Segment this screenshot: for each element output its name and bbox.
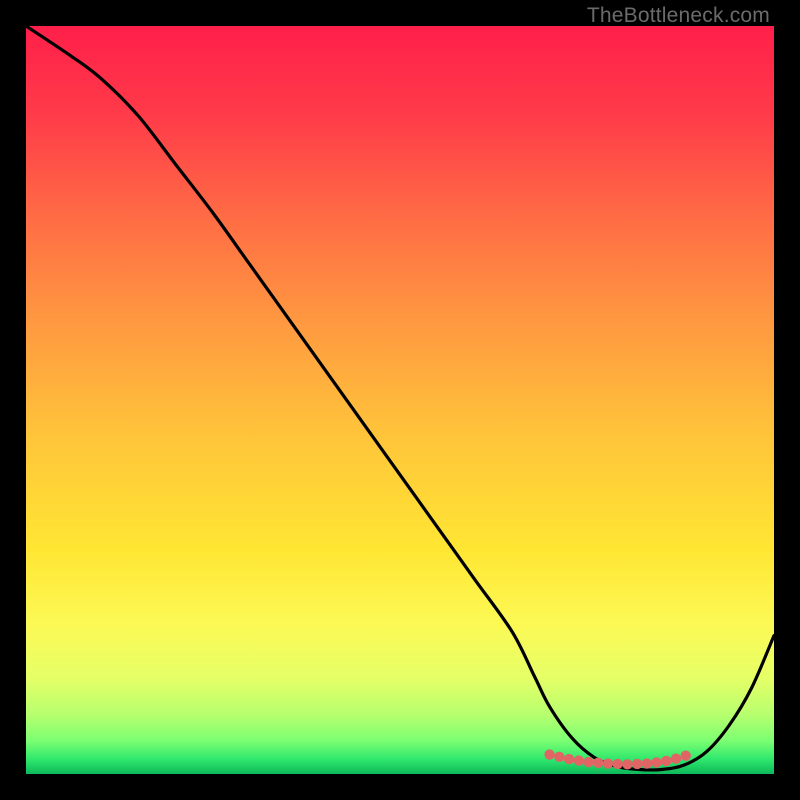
highlight-dot: [632, 759, 642, 769]
curve-layer: [26, 26, 774, 774]
highlight-dot: [564, 754, 574, 764]
highlight-dots: [544, 749, 691, 769]
highlight-dot: [544, 749, 554, 759]
highlight-dot: [612, 759, 622, 769]
highlight-dot: [681, 750, 691, 760]
bottleneck-curve: [26, 26, 774, 770]
highlight-dot: [642, 758, 652, 768]
highlight-dot: [593, 758, 603, 768]
highlight-dot: [574, 755, 584, 765]
highlight-dot: [583, 757, 593, 767]
highlight-dot: [603, 758, 613, 768]
plot-area: [26, 26, 774, 774]
highlight-dot: [671, 753, 681, 763]
highlight-dot: [651, 757, 661, 767]
highlight-dot: [622, 759, 632, 769]
highlight-dot: [554, 752, 564, 762]
chart-frame: [26, 26, 774, 774]
watermark-text: TheBottleneck.com: [587, 4, 770, 28]
highlight-dot: [661, 756, 671, 766]
